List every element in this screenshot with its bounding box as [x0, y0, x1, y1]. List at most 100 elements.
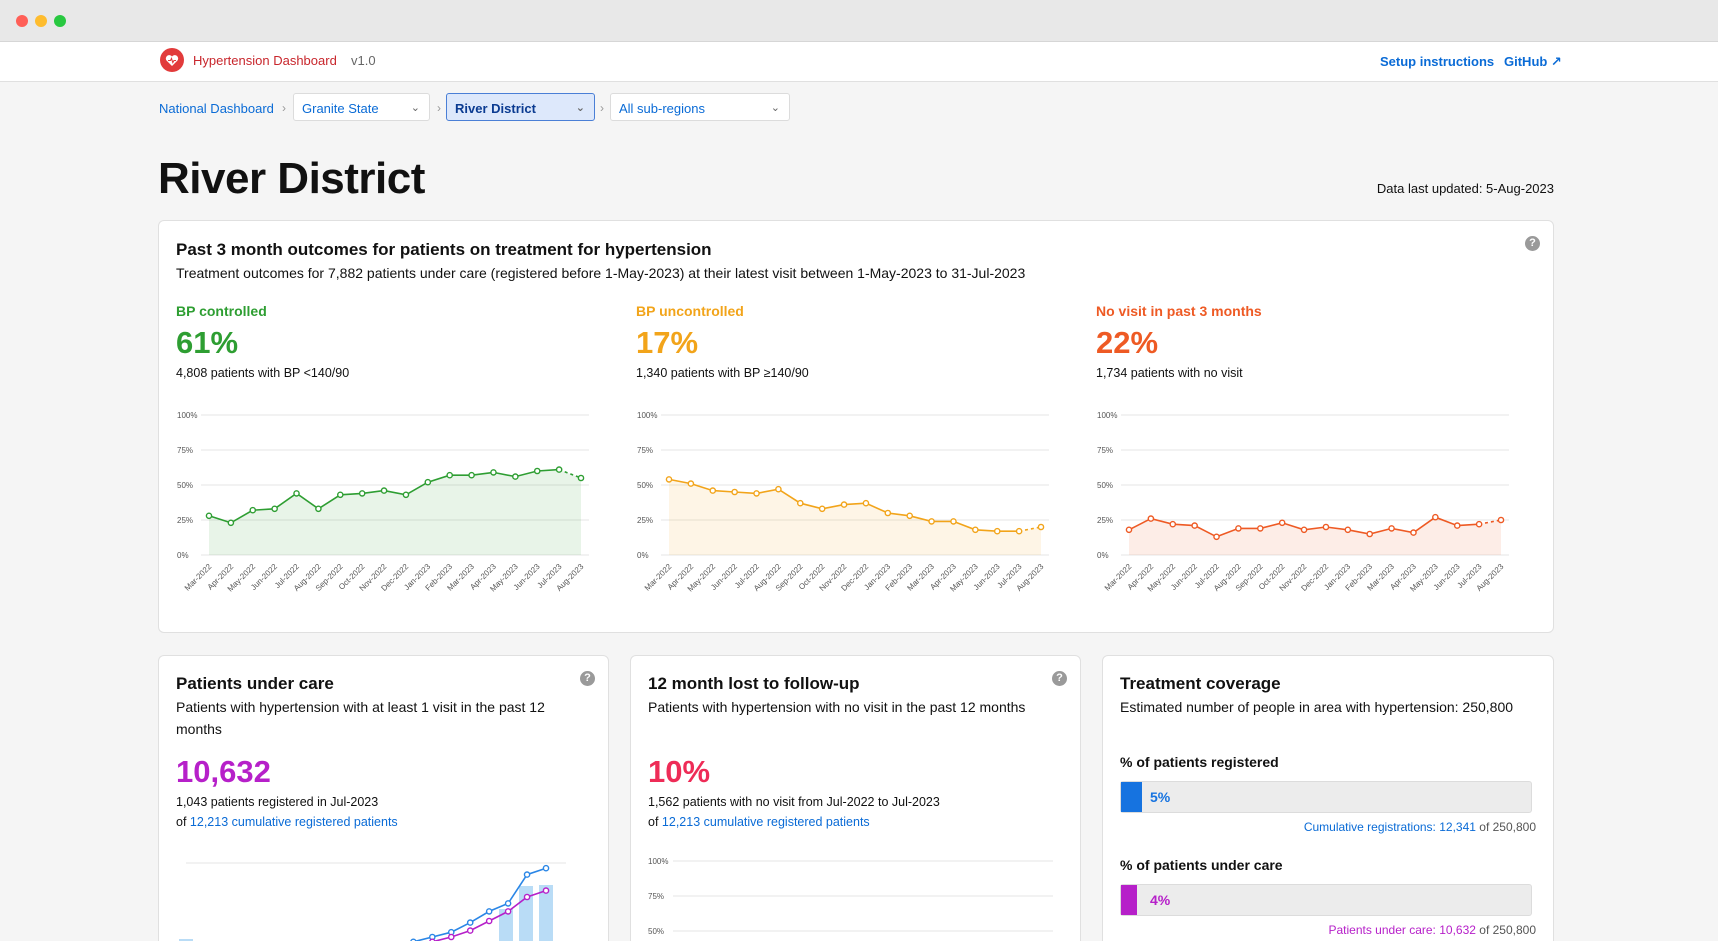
lost-subtitle: Patients with hypertension with no visit… [648, 699, 1026, 715]
outcomes-title: Past 3 month outcomes for patients on tr… [176, 240, 712, 259]
data-point [1213, 533, 1220, 541]
data-point [1147, 515, 1155, 522]
registered-progress-bar: 5% [1120, 781, 1532, 813]
data-point [446, 471, 454, 479]
data-point [796, 499, 804, 507]
y-tick-label: 0% [637, 551, 649, 560]
under-care-progress-bar: 4% [1120, 884, 1532, 916]
data-point [1322, 523, 1330, 531]
help-icon[interactable]: ? [1052, 671, 1067, 686]
data-point [380, 487, 388, 494]
data-point [1256, 525, 1264, 532]
data-point [906, 512, 914, 520]
data-point [1278, 519, 1286, 527]
y-tick-label: 50% [177, 481, 193, 490]
data-point [447, 933, 455, 941]
under-care-note-value[interactable]: 10,632 [1439, 923, 1476, 937]
y-tick-label: 75% [1097, 446, 1113, 455]
under-care-chart [179, 862, 566, 941]
help-icon[interactable]: ? [580, 671, 595, 686]
coverage-title: Treatment coverage [1120, 674, 1281, 693]
chevron-right-icon: › [600, 101, 604, 115]
lost-title: 12 month lost to follow-up [648, 674, 860, 693]
data-point [775, 485, 782, 493]
national-dashboard-link[interactable]: National Dashboard [159, 101, 274, 116]
under-care-note-total: of 250,800 [1479, 923, 1536, 937]
y-tick-label: 50% [648, 927, 664, 936]
subregion-select[interactable]: All sub-regions ⌄ [610, 93, 790, 121]
metric-label: BP uncontrolled [636, 303, 744, 319]
data-point [1235, 525, 1242, 532]
registered-note-value[interactable]: 12,341 [1439, 820, 1476, 834]
district-select-value: River District [455, 101, 536, 116]
data-point [1432, 513, 1439, 521]
app-name[interactable]: Hypertension Dashboard [193, 53, 337, 68]
bp-uncontrolled-chart: 100%75%50%25%0%Mar-2022Apr-2022May-2022J… [637, 411, 1049, 594]
metric-label: BP controlled [176, 303, 267, 319]
y-tick-label: 75% [637, 446, 653, 455]
data-point [1388, 525, 1395, 532]
y-tick-label: 50% [1097, 481, 1113, 490]
registered-pct: 5% [1150, 789, 1171, 805]
series-area [1129, 517, 1501, 555]
data-point [336, 491, 344, 499]
state-select[interactable]: Granite State ⌄ [293, 93, 430, 121]
series-area [209, 469, 581, 555]
data-point [709, 487, 717, 494]
y-tick-label: 25% [1097, 516, 1113, 525]
data-point [862, 499, 870, 507]
data-point [577, 474, 585, 482]
help-icon[interactable]: ? [1525, 236, 1540, 251]
data-point [1169, 520, 1177, 528]
data-point [993, 527, 1001, 535]
under-care-line [432, 889, 547, 941]
data-point [1453, 522, 1461, 529]
under-care-progress-fill [1121, 885, 1138, 915]
cumulative-registered-link[interactable]: 12,213 cumulative registered patients [190, 815, 398, 829]
data-point [731, 488, 738, 496]
data-point [424, 478, 432, 486]
state-select-value: Granite State [302, 101, 379, 116]
metric-desc: 4,808 patients with BP <140/90 [176, 366, 350, 380]
data-point [249, 506, 257, 514]
data-point [753, 490, 760, 497]
metric-value: 22% [1096, 325, 1159, 360]
data-point [533, 467, 541, 475]
data-point [504, 900, 512, 907]
close-window-button[interactable] [16, 15, 28, 27]
under-care-value: 10,632 [176, 754, 271, 789]
registered-note: Cumulative registrations: 12,341 of 250,… [1304, 820, 1536, 834]
y-tick-label: 25% [637, 516, 653, 525]
minimize-window-button[interactable] [35, 15, 47, 27]
data-point [818, 505, 826, 513]
data-point [490, 469, 497, 476]
registered-label: % of patients registered [1120, 754, 1279, 770]
maximize-window-button[interactable] [54, 15, 66, 27]
data-point [1410, 529, 1417, 536]
github-link[interactable]: GitHub ↗ [1504, 54, 1562, 70]
under-care-subtitle: Patients with hypertension with at least… [176, 699, 545, 737]
district-select[interactable]: River District ⌄ [446, 93, 595, 121]
coverage-subtitle: Estimated number of people in area with … [1120, 699, 1514, 715]
data-point [1366, 530, 1374, 538]
cumulative-registrations-line [413, 867, 547, 941]
app-header: Hypertension Dashboard v1.0 Setup instru… [0, 42, 1718, 82]
data-point [1037, 523, 1045, 531]
data-point [884, 509, 892, 517]
lost-chart: 100% 75% 50% [648, 857, 1053, 936]
y-tick-label: 0% [1097, 551, 1109, 560]
data-point [271, 505, 278, 513]
y-tick-label: 100% [648, 857, 668, 866]
registered-note-total: of 250,800 [1479, 820, 1536, 834]
no-visit-chart: 100%75%50%25%0%Mar-2022Apr-2022May-2022J… [1097, 411, 1509, 594]
cumulative-registered-link[interactable]: 12,213 cumulative registered patients [662, 815, 870, 829]
setup-instructions-link[interactable]: Setup instructions [1380, 54, 1494, 69]
under-care-label: % of patients under care [1120, 857, 1283, 873]
y-tick-label: 75% [648, 892, 664, 901]
y-tick-label: 100% [637, 411, 657, 420]
metric-value: 17% [636, 325, 699, 360]
y-tick-label: 0% [177, 551, 189, 560]
data-point [542, 864, 550, 872]
data-point [972, 526, 979, 534]
y-tick-label: 50% [637, 481, 653, 490]
